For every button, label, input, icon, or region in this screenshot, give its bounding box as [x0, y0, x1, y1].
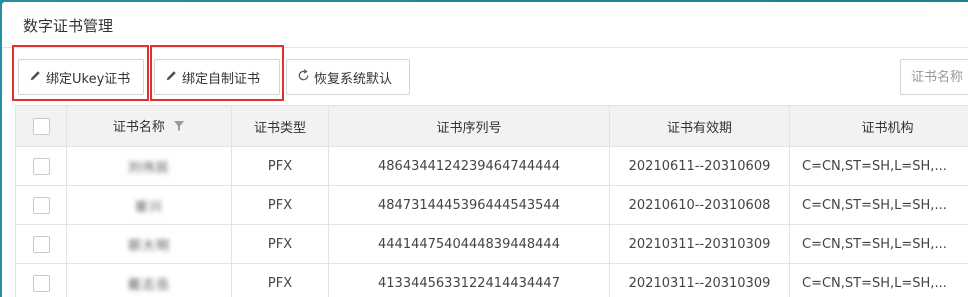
cert-name: 戴志岳	[127, 277, 170, 293]
bind-ukey-cert-button[interactable]: 绑定Ukey证书	[18, 59, 144, 95]
row-checkbox[interactable]	[32, 235, 50, 253]
bind-self-cert-button[interactable]: 绑定自制证书	[154, 59, 280, 95]
column-header-validity: 证书有效期	[609, 105, 790, 147]
select-all-cell	[15, 105, 67, 147]
column-header-type: 证书类型	[231, 105, 329, 147]
restore-default-button[interactable]: 恢复系统默认	[286, 59, 410, 95]
cert-name-cell: 刘伟民	[66, 146, 232, 186]
column-header-issuer: 证书机构	[789, 105, 968, 147]
panel-header: 数字证书管理	[2, 2, 968, 48]
filter-icon[interactable]	[173, 120, 185, 136]
cert-name-cell: 戴志岳	[66, 263, 232, 297]
cert-validity-cell: 20210311--20310309	[609, 224, 790, 264]
cert-issuer-cell: C=CN,ST=SH,L=SH,...	[789, 146, 968, 186]
cert-issuer-cell: C=CN,ST=SH,L=SH,...	[789, 224, 968, 264]
cert-name: 崔兴	[134, 199, 163, 215]
cert-validity-cell: 20210611--20310609	[609, 146, 790, 186]
cert-type-cell: PFX	[231, 146, 329, 186]
cert-name: 郭大明	[127, 238, 170, 254]
cert-serial-cell: 4441447540444839448444	[328, 224, 610, 264]
restore-default-label: 恢复系统默认	[314, 71, 393, 87]
cert-issuer-cell: C=CN,ST=SH,L=SH,...	[789, 185, 968, 225]
row-select-cell	[15, 185, 67, 225]
row-checkbox[interactable]	[32, 274, 50, 292]
column-header-name[interactable]: 证书名称	[66, 105, 232, 147]
table-row[interactable]: 刘伟民 PFX 4864344124239464744444 20210611-…	[15, 146, 968, 186]
bind-self-cert-label: 绑定自制证书	[182, 71, 261, 87]
cert-serial-cell: 4847314445396444543544	[328, 185, 610, 225]
cert-name: 刘伟民	[127, 160, 170, 176]
cert-name-cell: 崔兴	[66, 185, 232, 225]
search-input[interactable]	[900, 59, 968, 95]
row-select-cell	[15, 146, 67, 186]
cert-type-cell: PFX	[231, 224, 329, 264]
table-row[interactable]: 郭大明 PFX 4441447540444839448444 20210311-…	[15, 224, 968, 264]
refresh-icon	[297, 68, 310, 86]
cert-serial-cell: 4133445633122414434447	[328, 263, 610, 297]
column-header-name-label: 证书名称	[112, 120, 165, 136]
select-all-checkbox[interactable]	[32, 117, 50, 135]
pencil-icon	[165, 69, 178, 86]
row-checkbox[interactable]	[32, 196, 50, 214]
cert-validity-cell: 20210311--20310309	[609, 263, 790, 297]
pencil-icon	[29, 69, 42, 86]
cert-type-cell: PFX	[231, 263, 329, 297]
row-select-cell	[15, 263, 67, 297]
cert-name-cell: 郭大明	[66, 224, 232, 264]
cert-type-cell: PFX	[231, 185, 329, 225]
table-header-row: 证书名称 证书类型 证书序列号 证书有效期 证书机构	[15, 105, 968, 147]
bind-ukey-cert-label: 绑定Ukey证书	[46, 71, 131, 87]
page-title: 数字证书管理	[23, 17, 114, 35]
cert-issuer-cell: C=CN,ST=SH,L=SH,...	[789, 263, 968, 297]
row-checkbox[interactable]	[32, 157, 50, 175]
certificate-table: 证书名称 证书类型 证书序列号 证书有效期 证书机构 刘伟民 PFX 48643…	[15, 105, 968, 297]
cert-serial-cell: 4864344124239464744444	[328, 146, 610, 186]
table-row[interactable]: 崔兴 PFX 4847314445396444543544 20210610--…	[15, 185, 968, 225]
row-select-cell	[15, 224, 67, 264]
table-row[interactable]: 戴志岳 PFX 4133445633122414434447 20210311-…	[15, 263, 968, 297]
column-header-serial: 证书序列号	[328, 105, 610, 147]
cert-validity-cell: 20210610--20310608	[609, 185, 790, 225]
